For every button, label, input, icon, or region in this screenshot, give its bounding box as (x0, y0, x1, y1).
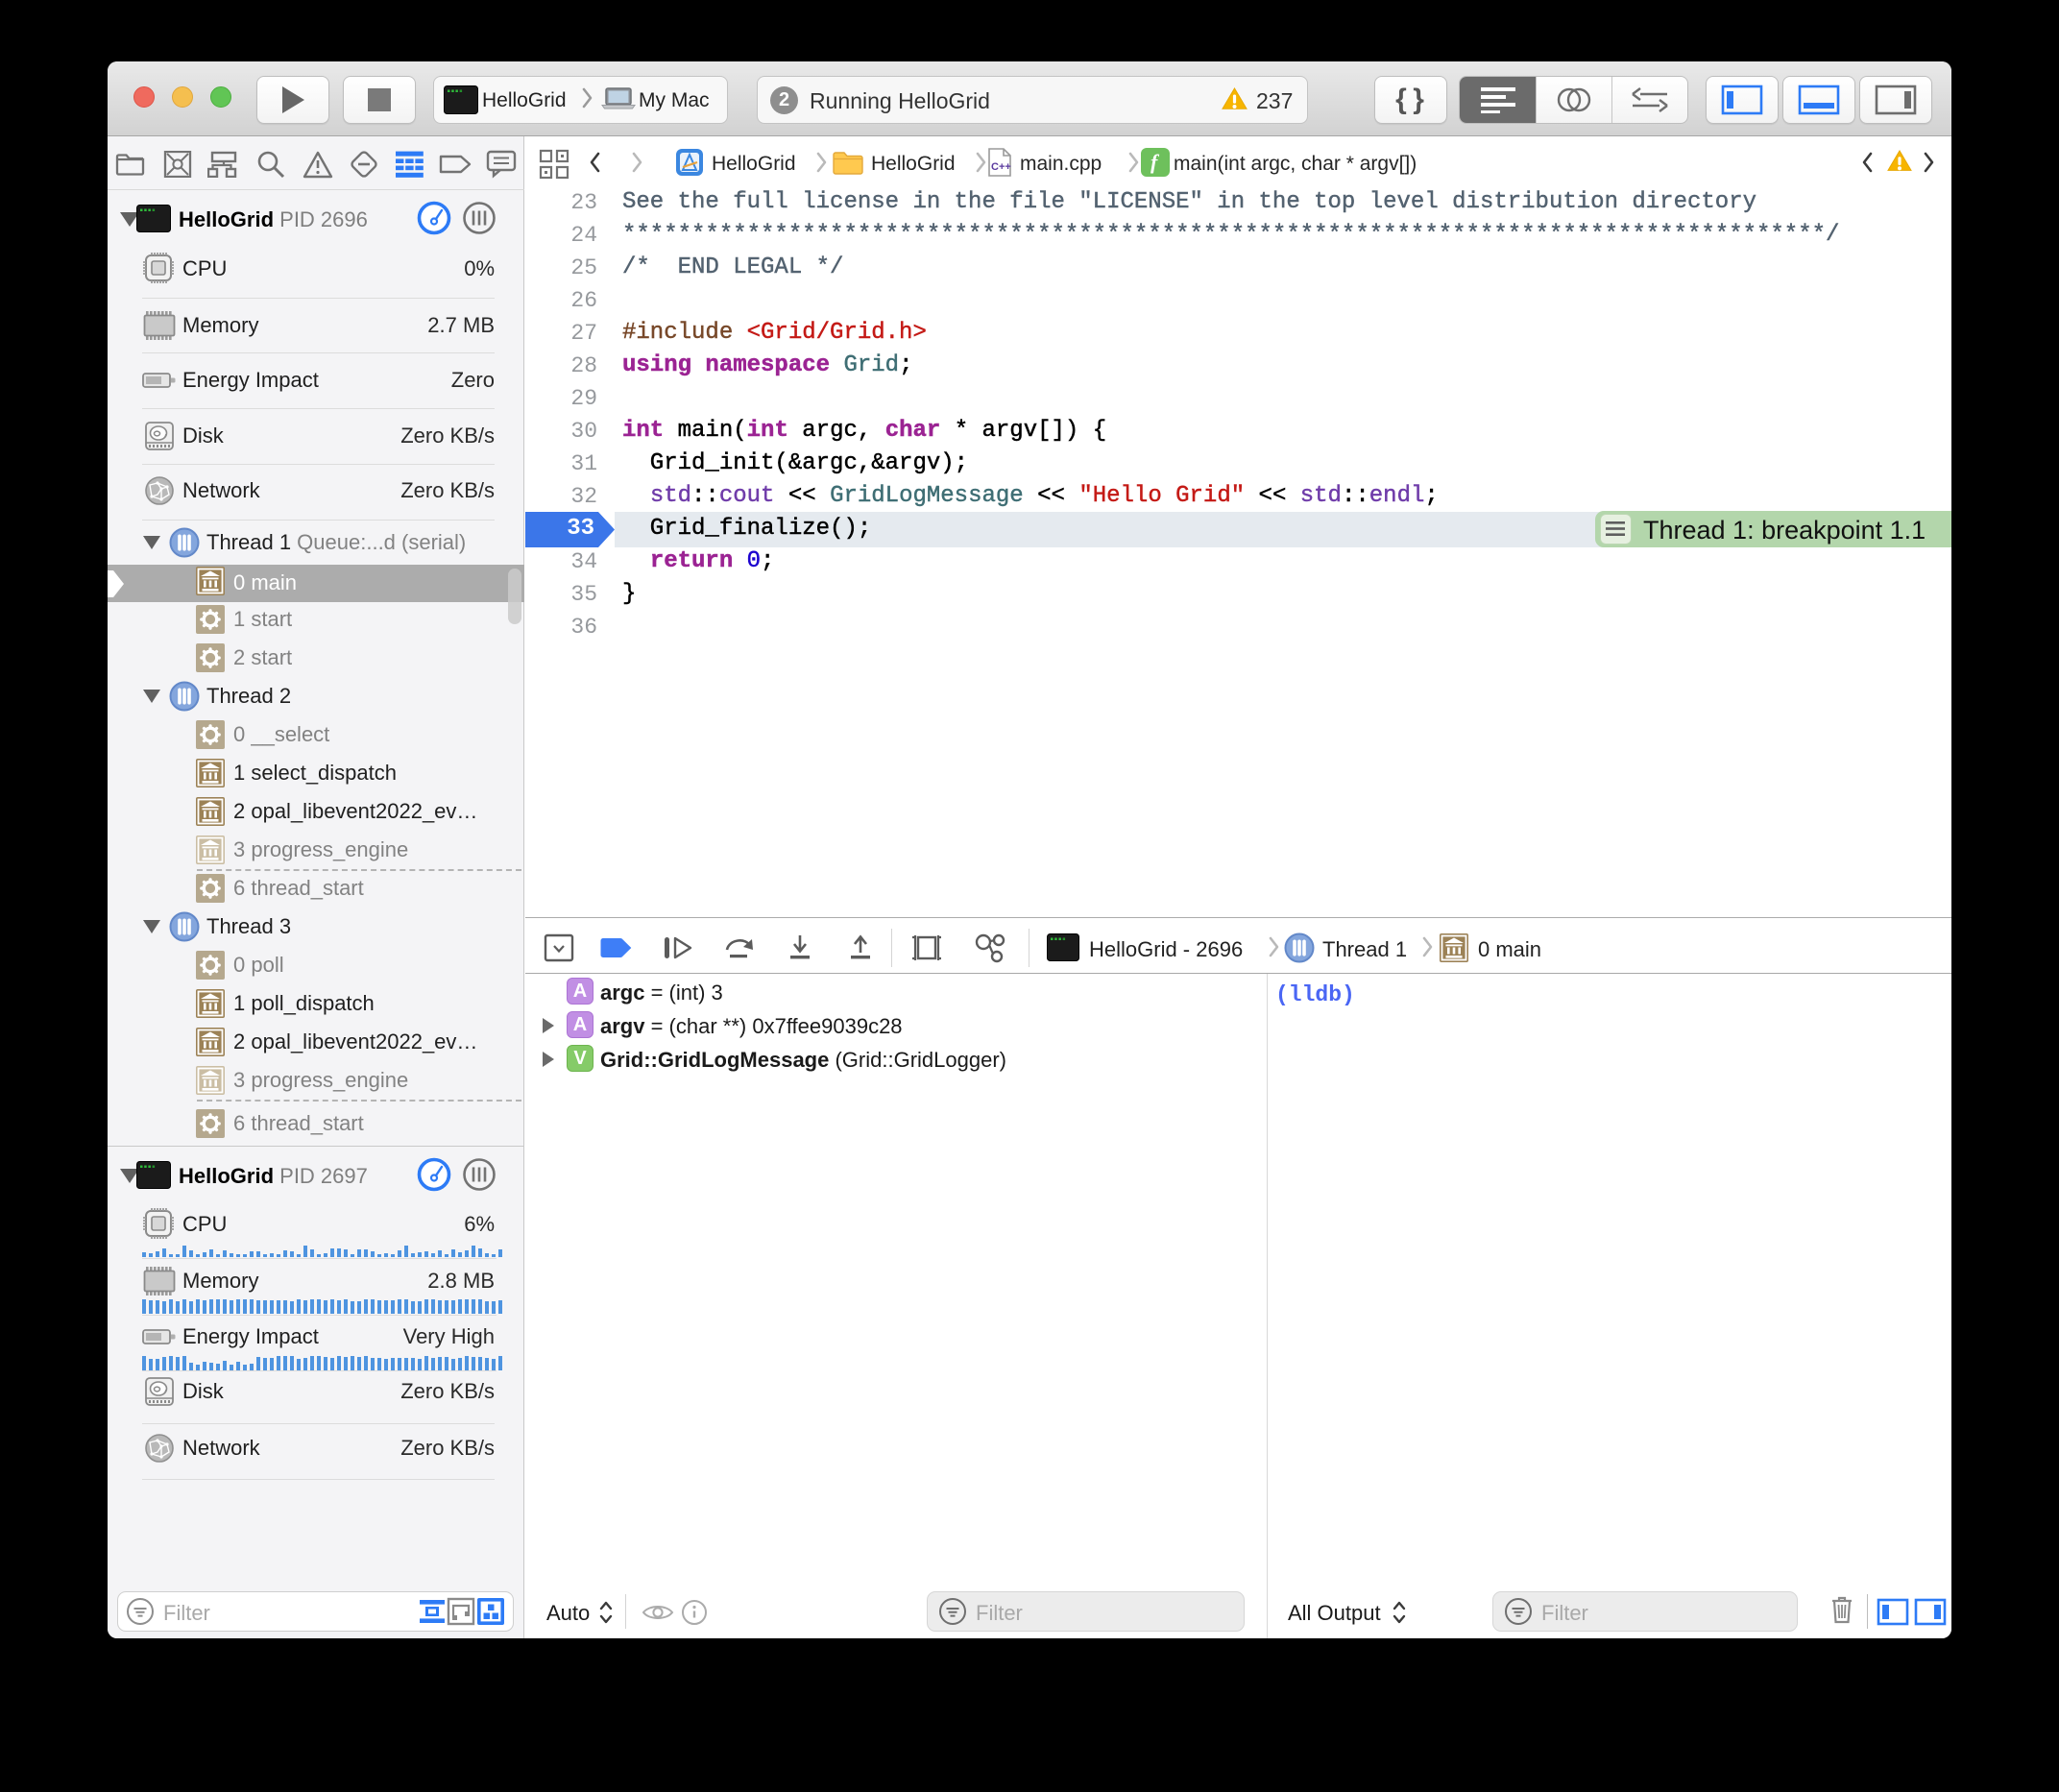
svg-text:C++: C++ (991, 161, 1011, 173)
